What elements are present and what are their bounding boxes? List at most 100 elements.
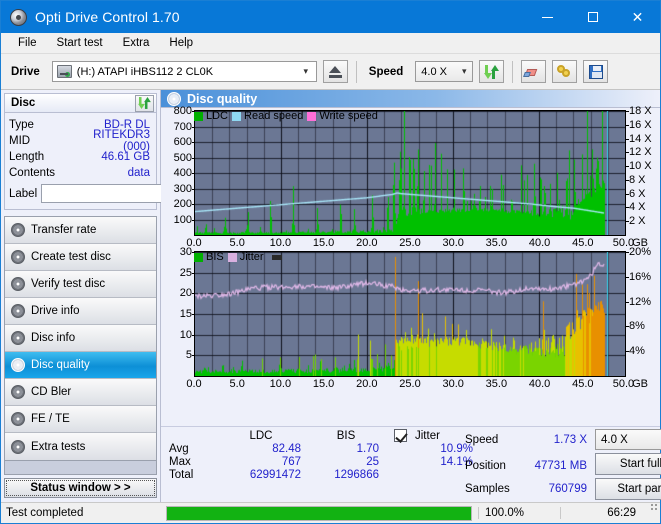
keys-button[interactable] [552,60,578,83]
readout-speed-key: Speed [465,433,499,446]
readout-position-key: Position [465,460,506,473]
legend-label-read-speed: Read speed [244,110,304,122]
jitter-checkbox[interactable] [394,429,407,442]
toolbar-speed-select[interactable]: 4.0 X ▾ [415,61,474,82]
start-full-button[interactable]: Start full [595,453,661,475]
sidebar-item-transfer-rate[interactable]: Transfer rate [5,217,156,244]
legend-item-bis: BIS [194,251,224,263]
speed-label: Speed [368,65,404,78]
ldc-plot-area [194,110,626,236]
maximize-button[interactable] [570,1,615,33]
y-tick: 300 [173,182,196,195]
test-speed-select[interactable]: 4.0 X ▾ [595,429,661,450]
legend-label-write-speed: Write speed [319,110,378,122]
erase-button[interactable] [521,60,547,83]
x-tick: 15.0 [312,237,335,249]
bis-chart-legend: BIS Jitter [194,251,282,263]
legend-item-ldc: LDC [194,110,228,122]
y-tick: 10 [179,328,196,341]
elapsed-time: 66:29 [560,507,648,519]
legend-label-bis: BIS [206,251,224,263]
legend-item-read-speed: Read speed [232,110,303,122]
stats-row-total-key: Total [169,469,194,481]
disc-icon [11,439,25,454]
content-header: Disc quality [161,90,660,108]
eject-button[interactable] [322,60,348,83]
app-icon [10,8,27,26]
y-tick: 800 [173,105,196,117]
drive-select[interactable]: (H:) ATAPI iHBS112 2 CL0K ▾ [51,61,317,82]
close-icon: ✕ [631,9,644,25]
sidebar-label-fe-te: FE / TE [31,413,70,425]
sidebar-item-extra-tests[interactable]: Extra tests [5,433,156,460]
sidebar-item-create-test-disc[interactable]: Create test disc [5,244,156,271]
x-axis-unit: GB [632,378,648,390]
start-part-button[interactable]: Start part [595,478,661,500]
minimize-button[interactable] [525,1,570,33]
status-window-button[interactable]: Status window > > [4,478,157,498]
x-tick: 20.0 [356,378,378,390]
stats-table: LDC BIS Jitter Avg 82.48 1.70 10.9% Max … [161,429,473,500]
bis-chart: BIS Jitter 51015202530 4%8%12%16 [161,246,660,392]
legend-swatch-jitter [227,252,237,262]
sidebar-item-disc-info[interactable]: Disc info [5,325,156,352]
legend-label-ldc: LDC [206,110,229,122]
readout-area: Speed 1.73 X Position 47731 MB Samples 7… [461,429,661,500]
x-tick: 45.0 [572,237,594,249]
title-bar: Opti Drive Control 1.70 ✕ [1,1,660,33]
sidebar: Disc Type BD-R DL MID RITEKDR3 (000) Len… [1,90,245,502]
y-tick: 30 [179,246,196,258]
sidebar-label-disc-quality: Disc quality [31,359,90,371]
y2-tick: 16% [625,270,652,283]
sidebar-item-drive-info[interactable]: Drive info [5,298,156,325]
app-window: Opti Drive Control 1.70 ✕ File Start tes… [0,0,661,524]
disc-label-key: Label [9,187,38,200]
disc-refresh-button[interactable] [135,94,154,112]
disc-icon [11,250,25,264]
menu-start-test[interactable]: Start test [48,35,112,51]
save-button[interactable] [583,60,609,83]
y2-tick: 20% [625,246,652,258]
disc-row-mid: MID RITEKDR3 (000) [9,129,152,153]
stats-avg-ldc: 82.48 [272,443,301,455]
x-tick: 35.0 [485,237,508,249]
y2-tick: 8% [626,320,645,333]
y-tick: 400 [173,167,196,179]
nav-list: Transfer rate Create test disc Verify te… [4,216,157,461]
drive-select-value: (H:) ATAPI iHBS112 2 CL0K [76,65,214,78]
x-tick: 15.0 [312,378,335,390]
window-controls: ✕ [525,1,660,33]
sidebar-filler [4,461,157,475]
disc-icon [11,304,25,318]
menu-extra[interactable]: Extra [114,35,159,51]
sidebar-item-fe-te[interactable]: FE / TE [5,406,156,433]
disc-key-mid: MID [9,135,31,147]
disc-value-contents: data [127,167,150,179]
y-tick: 25 [179,266,196,279]
disc-icon [11,385,25,399]
y-tick: 15 [179,308,196,320]
sidebar-item-cd-bler[interactable]: CD Bler [5,379,156,406]
x-tick: 35.0 [485,378,508,390]
drive-label: Drive [11,65,40,78]
menu-file[interactable]: File [9,35,46,51]
disc-icon [167,91,181,106]
ldc-x-axis: 0.0 5.0 10.0 15.0 20.0 25.0 30.0 35.0 40.0 45.0 50… [161,236,660,251]
sidebar-item-disc-quality[interactable]: Disc quality [5,352,156,379]
y-tick: 100 [173,213,196,226]
y-tick: 200 [173,198,196,210]
x-tick: 0.0 [186,378,202,390]
content-title: Disc quality [187,91,258,106]
window-title: Opti Drive Control 1.70 [35,9,180,25]
refresh-button[interactable] [479,60,505,83]
chevron-down-icon: ▾ [303,66,309,76]
disc-icon [11,412,25,426]
close-button[interactable]: ✕ [615,1,660,33]
legend-item-write-speed: Write speed [307,110,378,122]
menu-help[interactable]: Help [160,35,202,51]
progress-bar [166,505,472,521]
bis-y-axis: 5 10 15 20 25 30 [161,246,196,377]
bis-y2-axis: 4% 8% 12% 16% 20% [625,246,660,377]
test-speed-value: 4.0 X [601,433,628,446]
sidebar-item-verify-test-disc[interactable]: Verify test disc [5,271,156,298]
